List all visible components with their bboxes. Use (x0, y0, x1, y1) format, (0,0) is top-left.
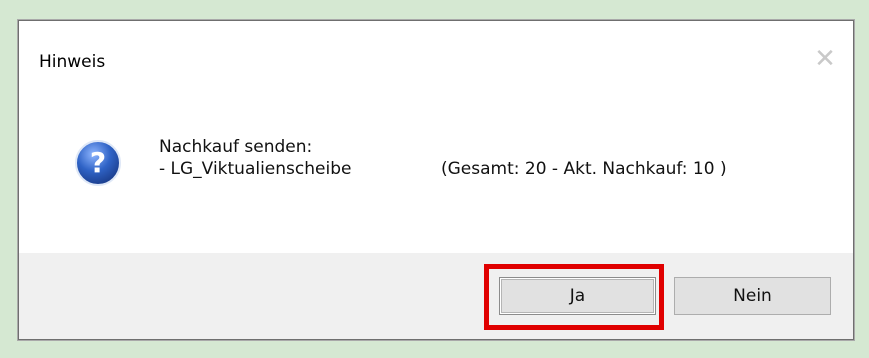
message-dialog: Hinweis ✕ ? Nachkauf senden: - LG_Viktua… (18, 20, 854, 340)
question-icon: ? (75, 140, 121, 186)
message-detail: (Gesamt: 20 - Akt. Nachkauf: 10 ) (441, 159, 727, 179)
button-bar: Ja Nein (19, 253, 853, 339)
no-button[interactable]: Nein (674, 277, 831, 315)
close-icon[interactable]: ✕ (813, 46, 837, 72)
dialog-title: Hinweis (39, 52, 106, 72)
yes-button[interactable]: Ja (499, 277, 656, 315)
message-line-1: Nachkauf senden: (159, 137, 313, 157)
message-line-2: - LG_Viktualienscheibe (159, 159, 352, 179)
svg-text:?: ? (90, 146, 106, 179)
title-bar: Hinweis ✕ (19, 21, 853, 85)
